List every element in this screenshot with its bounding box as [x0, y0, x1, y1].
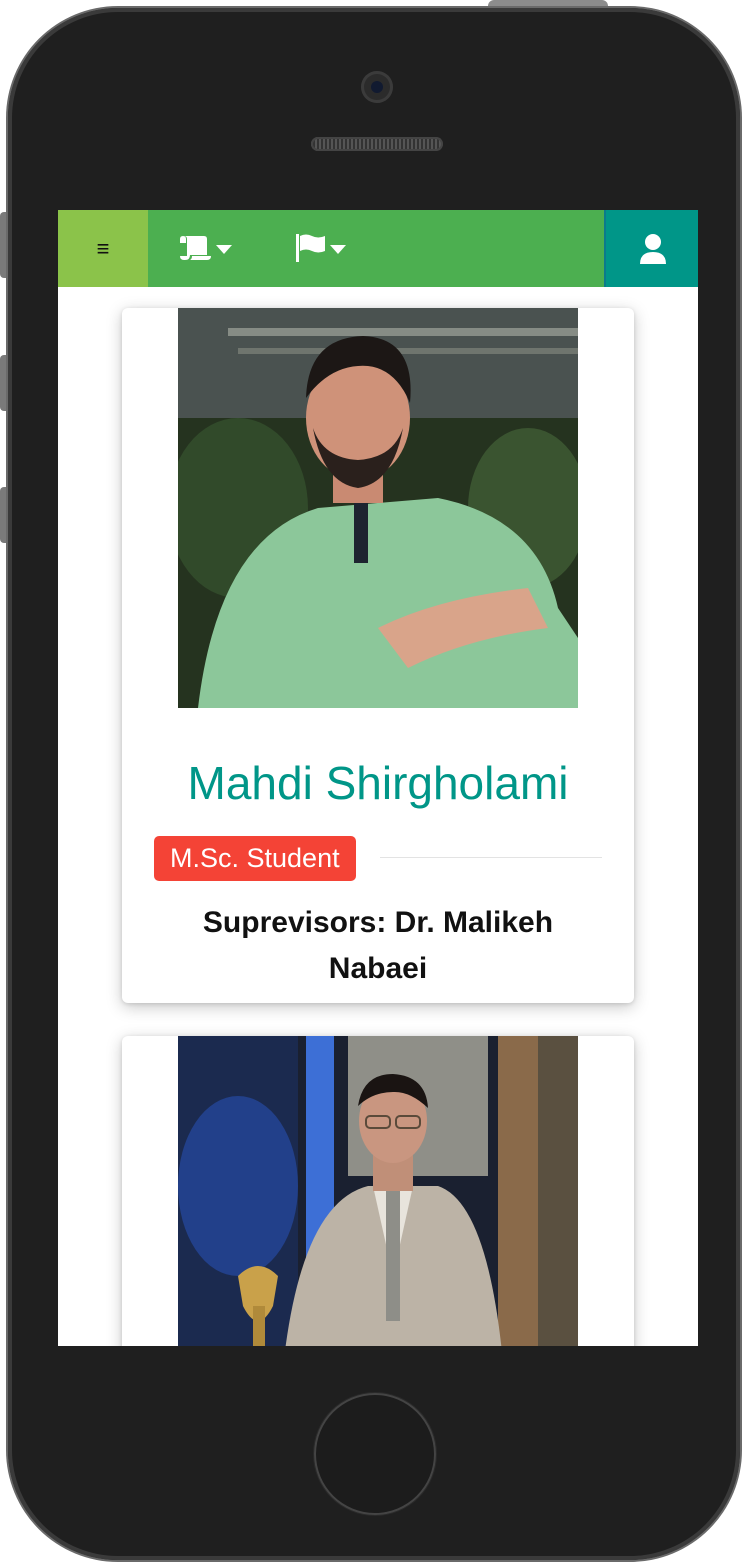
supervisors-text: Suprevisors: Dr. Malikeh Nabaei: [202, 906, 554, 985]
menu-button[interactable]: ≡: [58, 210, 148, 287]
top-navbar: ≡: [58, 210, 698, 287]
person-card: [122, 1036, 634, 1346]
person-card: Mahdi Shirgholami M.Sc. Student Suprevis…: [122, 308, 634, 1003]
chevron-down-icon: [330, 244, 346, 254]
scroll-icon: [180, 236, 211, 260]
divider: [380, 857, 602, 858]
user-account-button[interactable]: [604, 210, 698, 287]
flag-icon: [296, 234, 325, 262]
user-icon: [640, 233, 666, 264]
front-camera: [361, 71, 393, 103]
phone-screen: ≡ Mahdi Shirgholami M.Sc. Student Suprev…: [58, 210, 698, 1346]
nav-dropdown-scroll[interactable]: [178, 230, 232, 266]
person-photo: [178, 308, 578, 708]
role-badge: M.Sc. Student: [154, 836, 356, 881]
chevron-down-icon: [216, 244, 232, 254]
earpiece-speaker: [311, 137, 443, 151]
hamburger-icon: ≡: [96, 235, 110, 261]
nav-dropdown-flag[interactable]: [294, 230, 346, 266]
person-name: Mahdi Shirgholami: [187, 757, 569, 809]
home-button[interactable]: [314, 1393, 436, 1515]
person-photo: [178, 1036, 578, 1346]
